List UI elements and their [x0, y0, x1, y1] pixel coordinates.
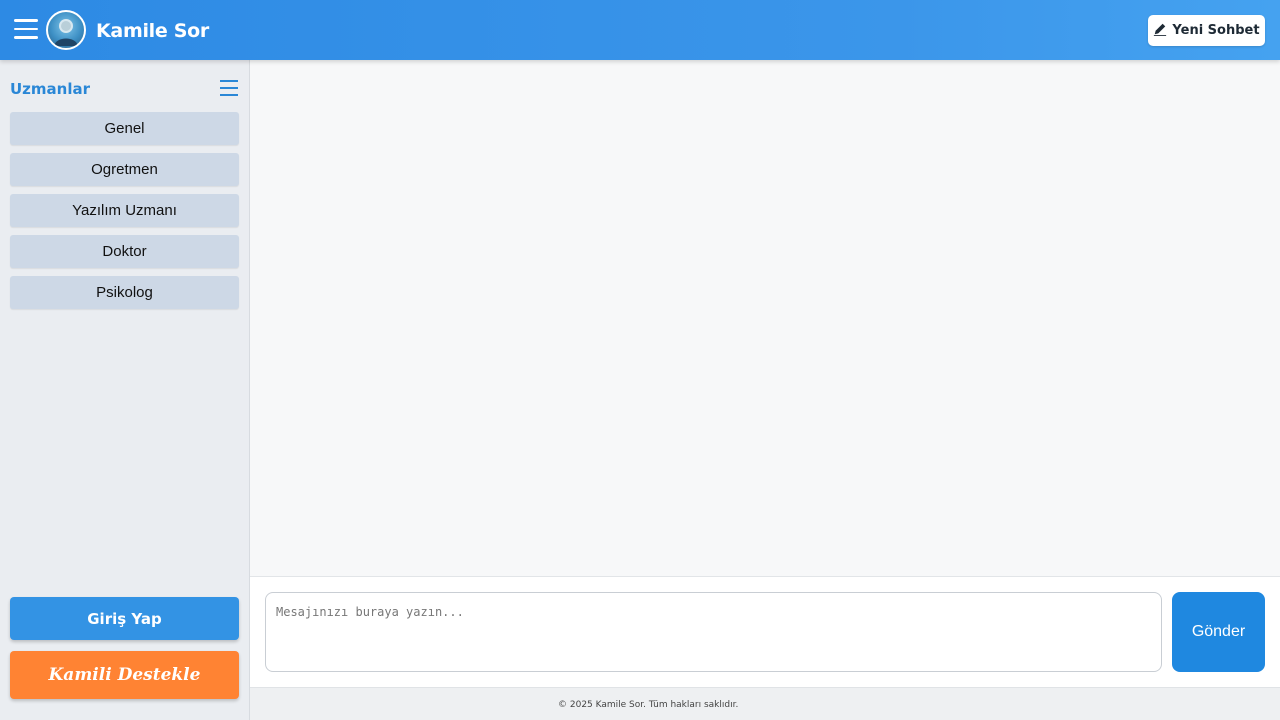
- footer: © 2025 Kamile Sor. Tüm hakları saklıdır.: [250, 687, 1280, 720]
- sidebar-menu-icon[interactable]: [220, 80, 238, 97]
- message-composer: Gönder: [250, 576, 1280, 687]
- brand-title: Kamile Sor: [96, 20, 209, 42]
- expert-button-genel[interactable]: Genel: [10, 112, 239, 145]
- top-bar: Kamile Sor Yeni Sohbet: [0, 0, 1280, 60]
- hamburger-menu-icon[interactable]: [14, 19, 38, 41]
- sidebar-title: Uzmanlar: [10, 80, 91, 98]
- message-input[interactable]: [265, 592, 1162, 672]
- pencil-icon: [1154, 23, 1167, 36]
- avatar-image: [54, 19, 78, 46]
- avatar: [46, 10, 86, 50]
- login-button[interactable]: Giriş Yap: [10, 597, 239, 640]
- expert-list: Genel Ogretmen Yazılım Uzmanı Doktor Psi…: [10, 112, 239, 317]
- expert-button-psikolog[interactable]: Psikolog: [10, 276, 239, 309]
- send-button[interactable]: Gönder: [1172, 592, 1265, 672]
- expert-button-yazilim-uzmani[interactable]: Yazılım Uzmanı: [10, 194, 239, 227]
- expert-button-doktor[interactable]: Doktor: [10, 235, 239, 268]
- footer-copyright: © 2025 Kamile Sor. Tüm hakları saklıdır.: [558, 700, 739, 710]
- sidebar: Uzmanlar Genel Ogretmen Yazılım Uzmanı D…: [0, 60, 250, 720]
- expert-button-ogretmen[interactable]: Ogretmen: [10, 153, 239, 186]
- new-chat-label: Yeni Sohbet: [1172, 23, 1260, 38]
- new-chat-button[interactable]: Yeni Sohbet: [1148, 15, 1265, 46]
- chat-messages-area: [250, 60, 1280, 576]
- support-button[interactable]: Kamili Destekle: [10, 651, 239, 699]
